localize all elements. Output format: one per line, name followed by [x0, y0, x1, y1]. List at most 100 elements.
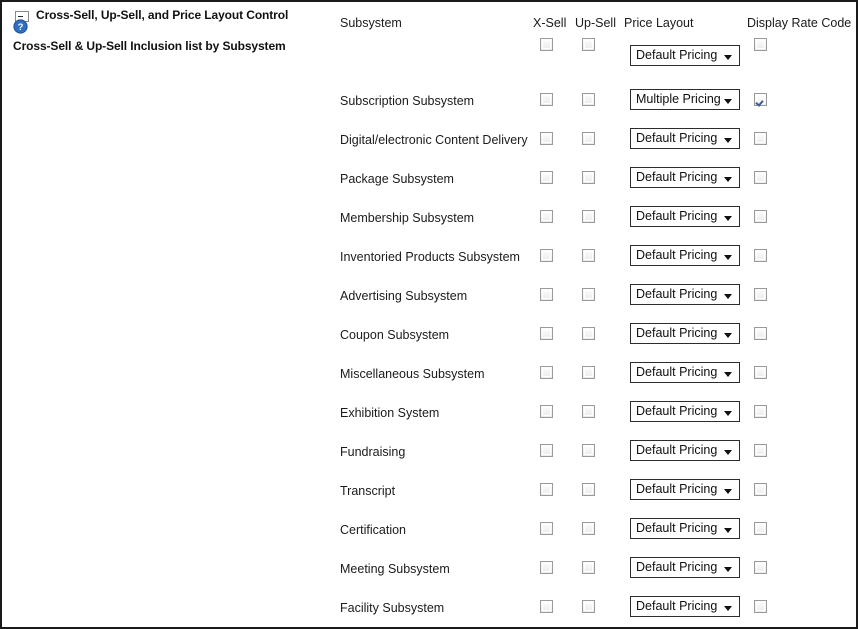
row-checkbox-x-sell[interactable]: [540, 249, 553, 262]
row-select-price-layout-value: Default Pricing: [636, 287, 718, 301]
row-checkbox-up-sell[interactable]: [582, 522, 595, 535]
row-select-price-layout[interactable]: Default Pricing: [630, 401, 740, 422]
row-checkbox-x-sell[interactable]: [540, 210, 553, 223]
row-checkbox-up-sell[interactable]: [582, 483, 595, 496]
row-checkbox-display-rate-code[interactable]: [754, 327, 767, 340]
chevron-down-icon: [724, 489, 732, 494]
row-checkbox-up-sell[interactable]: [582, 444, 595, 457]
row-select-price-layout[interactable]: Default Pricing: [630, 323, 740, 344]
row-select-price-layout[interactable]: Default Pricing: [630, 440, 740, 461]
row-select-price-layout[interactable]: Default Pricing: [630, 557, 740, 578]
row-checkbox-display-rate-code[interactable]: [754, 405, 767, 418]
row-select-price-layout[interactable]: Default Pricing: [630, 167, 740, 188]
row-checkbox-display-rate-code[interactable]: [754, 93, 767, 106]
row-select-price-layout[interactable]: Default Pricing: [630, 245, 740, 266]
chevron-down-icon: [724, 294, 732, 299]
left-panel: Cross-Sell, Up-Sell, and Price Layout Co…: [2, 2, 332, 627]
row-checkbox-display-rate-code[interactable]: [754, 600, 767, 613]
table-row: Miscellaneous Subsystem Default Pricing: [332, 353, 856, 392]
row-checkbox-display-rate-code[interactable]: [754, 366, 767, 379]
row-label: Miscellaneous Subsystem: [340, 367, 485, 381]
row-checkbox-up-sell[interactable]: [582, 600, 595, 613]
row-checkbox-up-sell[interactable]: [582, 93, 595, 106]
row-select-price-layout-value: Default Pricing: [636, 248, 718, 262]
row-checkbox-display-rate-code[interactable]: [754, 444, 767, 457]
row-checkbox-up-sell[interactable]: [582, 288, 595, 301]
header-select-price-layout[interactable]: Default Pricing: [630, 45, 740, 66]
row-select-price-layout[interactable]: Default Pricing: [630, 479, 740, 500]
table-row: Coupon Subsystem Default Pricing: [332, 314, 856, 353]
help-question-icon[interactable]: ?: [13, 19, 28, 34]
panel-subtitle: Cross-Sell & Up-Sell Inclusion list by S…: [13, 39, 286, 53]
row-checkbox-up-sell[interactable]: [582, 171, 595, 184]
row-checkbox-x-sell[interactable]: [540, 132, 553, 145]
row-checkbox-x-sell[interactable]: [540, 522, 553, 535]
row-label: Facility Subsystem: [340, 601, 445, 615]
row-checkbox-x-sell[interactable]: [540, 405, 553, 418]
chevron-down-icon: [724, 411, 732, 416]
row-checkbox-display-rate-code[interactable]: [754, 249, 767, 262]
row-checkbox-display-rate-code[interactable]: [754, 561, 767, 574]
column-header-up-sell: Up-Sell: [575, 16, 616, 30]
chevron-down-icon: [724, 138, 732, 143]
row-checkbox-x-sell[interactable]: [540, 327, 553, 340]
row-checkbox-x-sell[interactable]: [540, 93, 553, 106]
row-select-price-layout[interactable]: Default Pricing: [630, 206, 740, 227]
table-header-row: Subsystem X-Sell Up-Sell Price Layout Di…: [332, 2, 856, 80]
row-select-price-layout[interactable]: Default Pricing: [630, 596, 740, 617]
column-header-price-layout: Price Layout: [624, 16, 694, 30]
table-row: Exhibition System Default Pricing: [332, 392, 856, 431]
row-checkbox-up-sell[interactable]: [582, 132, 595, 145]
chevron-down-icon: [724, 567, 732, 572]
table-row: Meeting Subsystem Default Pricing: [332, 548, 856, 587]
row-select-price-layout-value: Multiple Pricing: [636, 92, 721, 106]
row-select-price-layout-value: Default Pricing: [636, 599, 718, 613]
table-row: Digital/electronic Content Delivery Defau…: [332, 119, 856, 158]
table-row: Certification Default Pricing: [332, 509, 856, 548]
row-checkbox-display-rate-code[interactable]: [754, 483, 767, 496]
header-checkbox-x-sell[interactable]: [540, 38, 553, 51]
row-checkbox-x-sell[interactable]: [540, 444, 553, 457]
row-checkbox-x-sell[interactable]: [540, 483, 553, 496]
chevron-down-icon: [724, 255, 732, 260]
header-checkbox-display-rate-code[interactable]: [754, 38, 767, 51]
row-checkbox-x-sell[interactable]: [540, 288, 553, 301]
row-select-price-layout[interactable]: Default Pricing: [630, 362, 740, 383]
svg-text:?: ?: [18, 22, 24, 33]
row-checkbox-up-sell[interactable]: [582, 561, 595, 574]
column-header-x-sell: X-Sell: [533, 16, 567, 30]
row-checkbox-x-sell[interactable]: [540, 561, 553, 574]
row-checkbox-up-sell[interactable]: [582, 210, 595, 223]
chevron-down-icon: [724, 450, 732, 455]
panel-title-row: Cross-Sell, Up-Sell, and Price Layout Co…: [12, 8, 332, 23]
row-checkbox-up-sell[interactable]: [582, 405, 595, 418]
chevron-down-icon: [724, 333, 732, 338]
page-title: Cross-Sell, Up-Sell, and Price Layout Co…: [36, 8, 289, 22]
chevron-down-icon: [724, 99, 732, 104]
table-row: Inventoried Products Subsystem Default Pr…: [332, 236, 856, 275]
table-body: Subscription Subsystem Multiple Pricing Di…: [332, 80, 856, 626]
row-select-price-layout-value: Default Pricing: [636, 170, 718, 184]
row-checkbox-display-rate-code[interactable]: [754, 522, 767, 535]
row-checkbox-display-rate-code[interactable]: [754, 171, 767, 184]
row-select-price-layout[interactable]: Default Pricing: [630, 284, 740, 305]
row-checkbox-x-sell[interactable]: [540, 366, 553, 379]
row-label: Coupon Subsystem: [340, 328, 450, 342]
row-checkbox-display-rate-code[interactable]: [754, 132, 767, 145]
row-select-price-layout[interactable]: Default Pricing: [630, 128, 740, 149]
row-select-price-layout-value: Default Pricing: [636, 482, 718, 496]
row-checkbox-display-rate-code[interactable]: [754, 210, 767, 223]
row-select-price-layout-value: Default Pricing: [636, 560, 718, 574]
row-checkbox-x-sell[interactable]: [540, 171, 553, 184]
table-row: Fundraising Default Pricing: [332, 431, 856, 470]
row-checkbox-up-sell[interactable]: [582, 327, 595, 340]
row-checkbox-display-rate-code[interactable]: [754, 288, 767, 301]
row-select-price-layout-value: Default Pricing: [636, 209, 718, 223]
row-checkbox-up-sell[interactable]: [582, 249, 595, 262]
row-checkbox-x-sell[interactable]: [540, 600, 553, 613]
header-checkbox-up-sell[interactable]: [582, 38, 595, 51]
row-select-price-layout-value: Default Pricing: [636, 131, 718, 145]
row-select-price-layout[interactable]: Multiple Pricing: [630, 89, 740, 110]
row-select-price-layout[interactable]: Default Pricing: [630, 518, 740, 539]
row-checkbox-up-sell[interactable]: [582, 366, 595, 379]
